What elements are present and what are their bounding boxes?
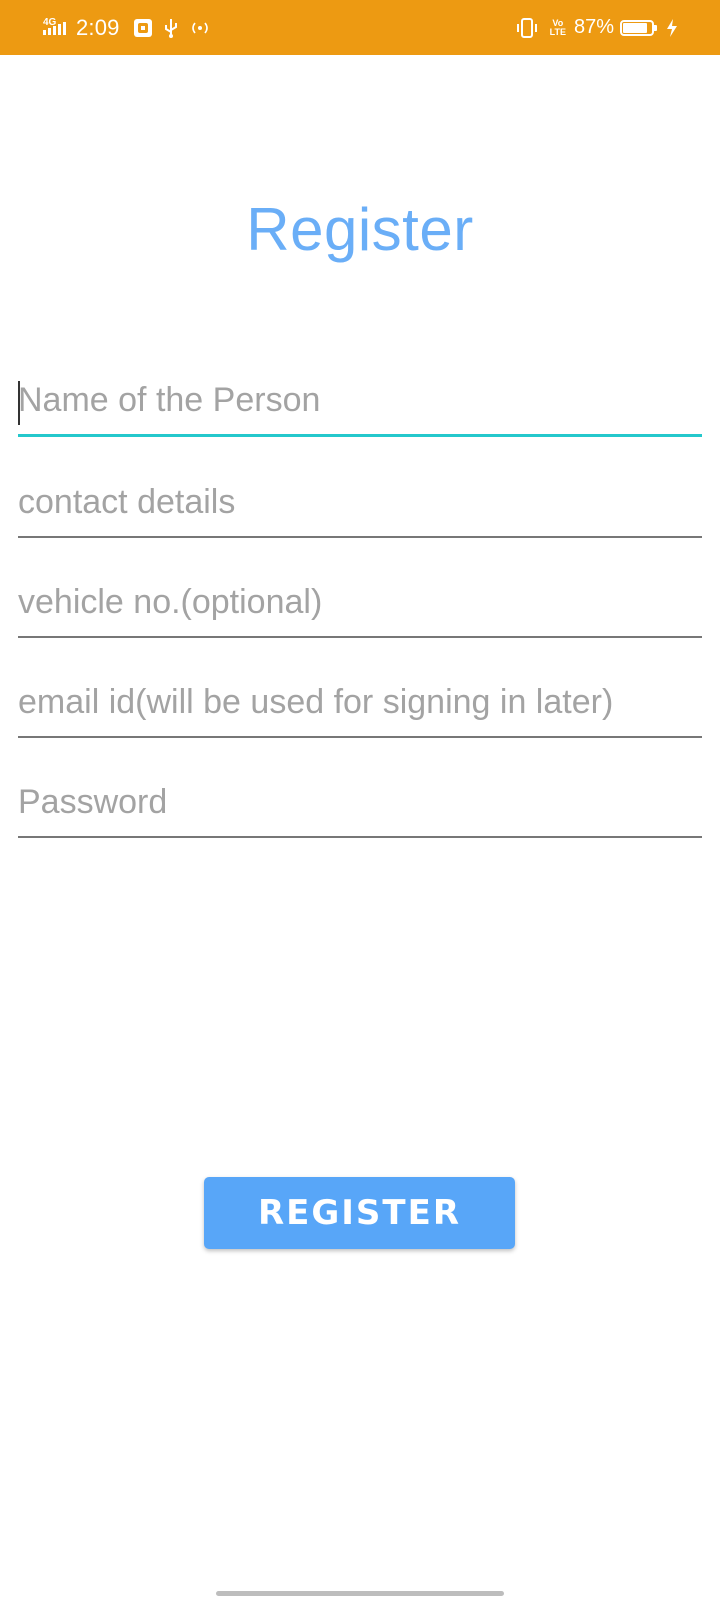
vehicle-field-container	[18, 576, 702, 638]
page-title: Register	[246, 196, 474, 263]
status-time: 2:09	[76, 14, 120, 40]
signal-icon: 4G	[43, 17, 66, 35]
charging-icon	[667, 18, 677, 37]
home-indicator[interactable]	[216, 1591, 504, 1596]
usb-icon	[164, 18, 177, 38]
contact-input[interactable]	[18, 478, 702, 538]
usb-debug-icon	[133, 18, 152, 37]
vehicle-input[interactable]	[18, 578, 702, 638]
email-field-container	[18, 676, 702, 738]
name-input[interactable]	[18, 377, 702, 437]
password-field-container	[18, 776, 702, 838]
vibrate-icon	[516, 17, 537, 38]
hotspot-icon	[191, 22, 208, 33]
status-bar: 4G 2:09 Vo LTE 87%	[0, 0, 720, 55]
volte-indicator: Vo LTE	[549, 17, 566, 37]
battery-percent: 87%	[573, 16, 614, 38]
name-field-container	[18, 375, 702, 437]
status-bar-right: Vo LTE 87%	[510, 0, 678, 55]
battery-level-fill	[623, 22, 648, 33]
register-button[interactable]: REGISTER	[204, 1177, 515, 1249]
status-bar-left: 4G 2:09	[42, 0, 216, 55]
battery-icon	[620, 19, 657, 36]
text-cursor	[18, 381, 20, 425]
contact-field-container	[18, 476, 702, 538]
password-input[interactable]	[18, 778, 702, 838]
email-input[interactable]	[18, 678, 702, 738]
